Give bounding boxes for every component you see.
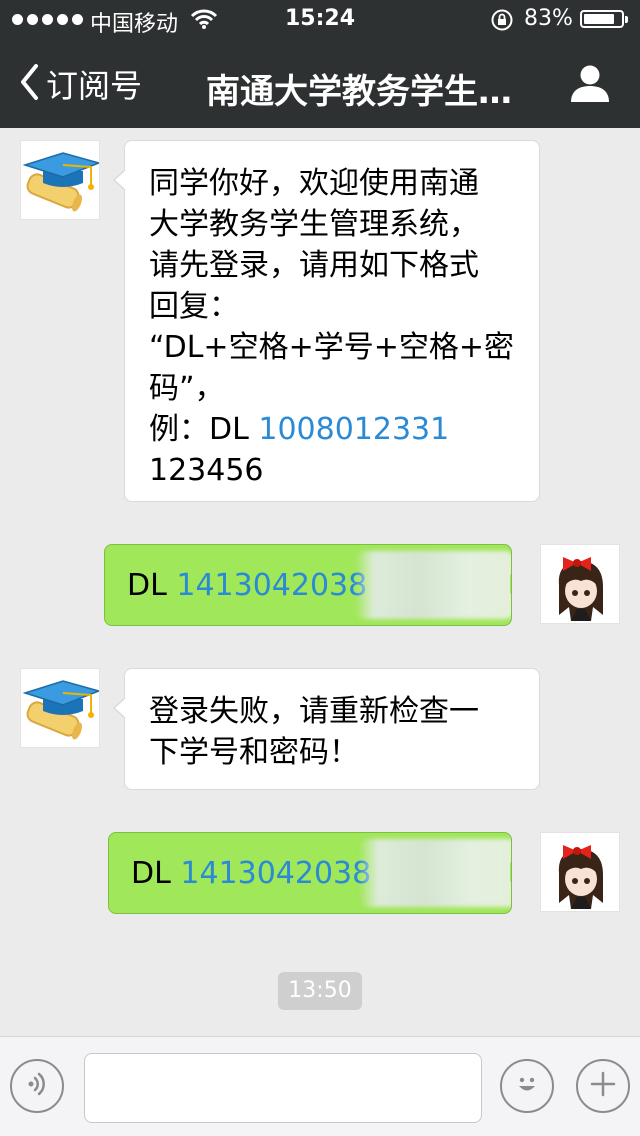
user-avatar-image <box>541 833 619 911</box>
graduation-cap-icon <box>22 152 99 212</box>
message-text-line: 回复： <box>149 289 239 324</box>
message-prefix: DL <box>127 568 177 603</box>
incoming-message-bubble[interactable]: 登录失败，请重新检查一 下学号和密码！ <box>113 668 540 790</box>
voice-icon <box>22 1069 52 1103</box>
page-title: 南通大学教务学生… <box>206 72 512 112</box>
user-avatar-image <box>541 545 619 623</box>
battery-icon <box>580 10 628 28</box>
message-text-line: 请先登录，请用如下格式 <box>149 248 479 283</box>
person-icon[interactable] <box>568 64 612 108</box>
user-avatar[interactable] <box>540 544 620 624</box>
back-button[interactable]: 订阅号 <box>18 60 142 108</box>
emoji-button[interactable] <box>500 1059 554 1113</box>
phone-number-link[interactable]: 1008012331 <box>258 412 449 447</box>
more-options-button[interactable] <box>576 1059 630 1113</box>
message-example-password: 123456 <box>149 453 264 488</box>
message-text-line: 登录失败，请重新检查一 <box>149 694 479 729</box>
example-prefix: 例：DL <box>149 412 259 447</box>
voice-input-button[interactable] <box>10 1059 64 1113</box>
incoming-message-bubble[interactable]: 同学你好，欢迎使用南通 大学教务学生管理系统， 请先登录，请用如下格式 回复： … <box>113 140 540 502</box>
plus-icon <box>588 1069 618 1103</box>
battery-percent: 83% <box>524 6 573 31</box>
redaction-blur <box>355 551 511 619</box>
input-toolbar <box>0 1036 640 1136</box>
top-header: 中国移动 15:24 83% 订阅号 南通大学教务学生… <box>0 0 640 128</box>
back-label: 订阅号 <box>46 67 143 105</box>
outgoing-message-bubble[interactable]: DL 1413042038 <box>104 544 512 626</box>
emoji-icon <box>510 1067 544 1105</box>
message-example-line: 例：DL 1008012331 <box>149 409 515 450</box>
user-avatar[interactable] <box>540 832 620 912</box>
outgoing-message-bubble[interactable]: DL 1413042038 <box>108 832 512 914</box>
phone-number-link[interactable]: 1413042038 <box>176 568 367 603</box>
message-input[interactable] <box>84 1053 482 1123</box>
message-text-line: “DL+空格+学号+空格+密 <box>149 330 514 365</box>
status-bar: 中国移动 15:24 83% <box>0 0 640 40</box>
message-text-line: 下学号和密码！ <box>149 735 359 770</box>
message-text-line: 同学你好，欢迎使用南通 <box>149 166 479 201</box>
official-account-avatar[interactable] <box>20 140 100 220</box>
message-timestamp: 13:50 <box>278 972 362 1010</box>
redaction-blur <box>359 839 511 907</box>
graduation-cap-icon <box>22 680 99 740</box>
official-account-avatar[interactable] <box>20 668 100 748</box>
message-prefix: DL <box>131 856 181 891</box>
rotation-lock-icon <box>490 8 514 38</box>
chevron-left-icon <box>18 62 40 106</box>
phone-number-link[interactable]: 1413042038 <box>180 856 371 891</box>
message-text-line: 大学教务学生管理系统， <box>149 207 479 242</box>
chat-area[interactable]: 同学你好，欢迎使用南通 大学教务学生管理系统， 请先登录，请用如下格式 回复： … <box>0 128 640 1036</box>
message-text-line: 码”， <box>149 371 225 406</box>
